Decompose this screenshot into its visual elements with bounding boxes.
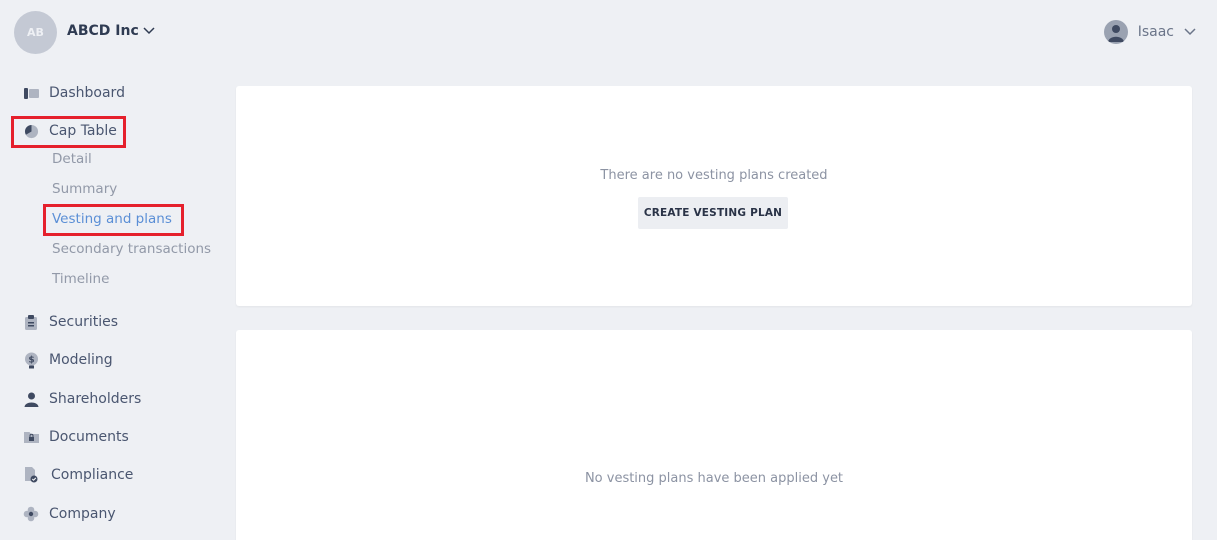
pie-chart-icon: [23, 123, 39, 139]
sidebar-item-dashboard[interactable]: Dashboard: [23, 81, 125, 105]
sidebar-item-documents[interactable]: Documents: [23, 425, 129, 449]
sidebar-item-securities[interactable]: Securities: [23, 310, 118, 334]
dollar-icon: $: [23, 352, 39, 368]
sidebar-subitem-vesting-and-plans[interactable]: Vesting and plans: [52, 211, 172, 227]
applied-plans-card: No vesting plans have been applied yet: [236, 330, 1192, 540]
sidebar-subitem-secondary-transactions[interactable]: Secondary transactions: [52, 241, 211, 257]
no-applied-plans-message: No vesting plans have been applied yet: [584, 471, 844, 486]
document-check-icon: [23, 467, 39, 483]
flower-icon: [23, 506, 39, 522]
folder-lock-icon: [23, 429, 39, 445]
sidebar: Dashboard Cap Table Detail Summary Vesti…: [0, 0, 230, 540]
dashboard-icon: [23, 85, 39, 101]
person-icon: [23, 391, 39, 407]
sidebar-item-cap-table[interactable]: Cap Table: [23, 119, 117, 143]
sidebar-subitem-timeline[interactable]: Timeline: [52, 271, 109, 287]
sidebar-item-compliance[interactable]: Compliance: [23, 463, 133, 487]
user-avatar-icon: [1103, 20, 1128, 44]
sidebar-item-modeling[interactable]: $ Modeling: [23, 348, 113, 372]
sidebar-item-company[interactable]: Company: [23, 502, 116, 526]
user-name: Isaac: [1137, 24, 1174, 40]
create-vesting-plan-button[interactable]: CREATE VESTING PLAN: [638, 197, 788, 229]
svg-text:$: $: [28, 355, 34, 365]
clipboard-icon: [23, 314, 39, 330]
vesting-plans-card: There are no vesting plans created CREAT…: [236, 86, 1192, 306]
user-menu[interactable]: Isaac: [1103, 20, 1196, 44]
sidebar-subitem-detail[interactable]: Detail: [52, 151, 92, 167]
sidebar-subitem-summary[interactable]: Summary: [52, 181, 117, 197]
chevron-down-icon: [1184, 28, 1196, 36]
sidebar-item-shareholders[interactable]: Shareholders: [23, 387, 141, 411]
no-plans-message: There are no vesting plans created: [600, 168, 828, 183]
